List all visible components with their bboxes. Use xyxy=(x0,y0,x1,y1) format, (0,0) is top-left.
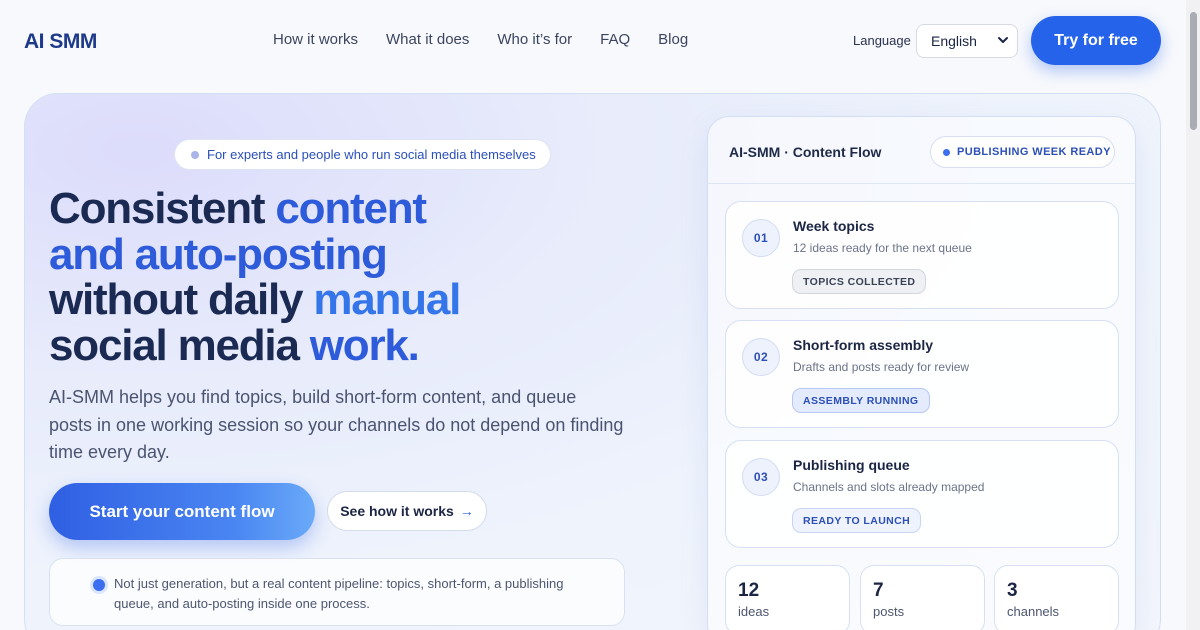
step-title: Week topics xyxy=(793,218,875,234)
step-description: Drafts and posts ready for review xyxy=(793,360,970,374)
step-status-tag: TOPICS COLLECTED xyxy=(792,269,927,294)
headline-part: social media xyxy=(49,320,310,370)
audience-badge-text: For experts and people who run social me… xyxy=(207,147,536,162)
headline-part: Consistent xyxy=(49,184,276,233)
page-scrollbar[interactable] xyxy=(1186,0,1200,630)
try-for-free-button[interactable]: Try for free xyxy=(1031,16,1161,65)
stat-label: posts xyxy=(873,604,905,619)
stat-ideas: 12 ideas xyxy=(725,565,850,630)
step-description: Channels and slots already mapped xyxy=(793,480,985,494)
status-dot-icon xyxy=(943,149,950,156)
step-title: Short-form assembly xyxy=(793,337,934,353)
status-badge-text: PUBLISHING WEEK READY xyxy=(957,146,1111,158)
nav-blog[interactable]: Blog xyxy=(658,31,688,48)
stat-value: 3 xyxy=(1007,580,1018,601)
step-number: 03 xyxy=(742,458,780,496)
headline-highlight: work. xyxy=(309,320,420,370)
headline-part: without daily xyxy=(49,275,314,324)
stat-label: ideas xyxy=(738,604,770,619)
nav-what-it-does[interactable]: What it does xyxy=(386,31,469,48)
see-how-it-works-button[interactable]: See how it works → xyxy=(327,491,487,531)
language-label: Language xyxy=(853,33,911,48)
step-number: 02 xyxy=(742,338,780,376)
site-header: AI SMM How it works What it does Who it’… xyxy=(0,0,1186,84)
stat-label: channels xyxy=(1007,604,1060,619)
headline-highlight: content xyxy=(275,184,427,233)
headline-highlight: and auto-posting xyxy=(49,229,388,279)
nav-faq[interactable]: FAQ xyxy=(600,31,630,48)
step-status-tag: READY TO LAUNCH xyxy=(792,508,922,533)
step-card-week-topics: 01 Week topics 12 ideas ready for the ne… xyxy=(725,201,1119,309)
panel-title: AI-SMM · Content Flow xyxy=(729,144,882,160)
badge-dot xyxy=(191,151,199,159)
stat-value: 12 xyxy=(738,580,760,601)
pipeline-note: Not just generation, but a real content … xyxy=(49,558,625,626)
stat-posts: 7 posts xyxy=(860,565,985,630)
step-card-publishing-queue: 03 Publishing queue Channels and slots a… xyxy=(725,440,1119,548)
main-nav: How it works What it does Who it’s for F… xyxy=(273,31,716,48)
chevron-down-icon xyxy=(998,37,1008,43)
hero-subtext: AI-SMM helps you find topics, build shor… xyxy=(49,387,624,462)
headline-highlight: manual xyxy=(313,275,461,324)
step-title: Publishing queue xyxy=(793,457,910,473)
see-how-it-works-label: See how it works xyxy=(340,503,454,519)
start-content-flow-button[interactable]: Start your content flow xyxy=(49,483,315,540)
arrow-right-icon: → xyxy=(459,503,474,519)
stat-value: 7 xyxy=(873,580,884,601)
audience-badge: For experts and people who run social me… xyxy=(174,139,551,170)
nav-who-its-for[interactable]: Who it’s for xyxy=(497,31,572,48)
language-select[interactable]: English xyxy=(916,24,1018,58)
note-dot-icon xyxy=(93,579,105,591)
hero-headline: Consistent content and auto-posting with… xyxy=(49,186,609,368)
status-badge: PUBLISHING WEEK READY xyxy=(930,136,1115,168)
step-status-tag: ASSEMBLY RUNNING xyxy=(792,388,930,413)
step-card-short-form: 02 Short-form assembly Drafts and posts … xyxy=(725,320,1119,428)
content-flow-panel: AI-SMM · Content Flow PUBLISHING WEEK RE… xyxy=(707,116,1136,630)
language-value: English xyxy=(931,33,977,49)
step-description: 12 ideas ready for the next queue xyxy=(793,241,972,255)
step-number: 01 xyxy=(742,219,780,257)
nav-how-it-works[interactable]: How it works xyxy=(273,31,358,48)
scrollbar-thumb[interactable] xyxy=(1190,12,1197,130)
pipeline-note-text: Not just generation, but a real content … xyxy=(114,576,564,611)
logo[interactable]: AI SMM xyxy=(24,30,97,54)
panel-header: AI-SMM · Content Flow PUBLISHING WEEK RE… xyxy=(708,117,1135,184)
stat-channels: 3 channels xyxy=(994,565,1119,630)
